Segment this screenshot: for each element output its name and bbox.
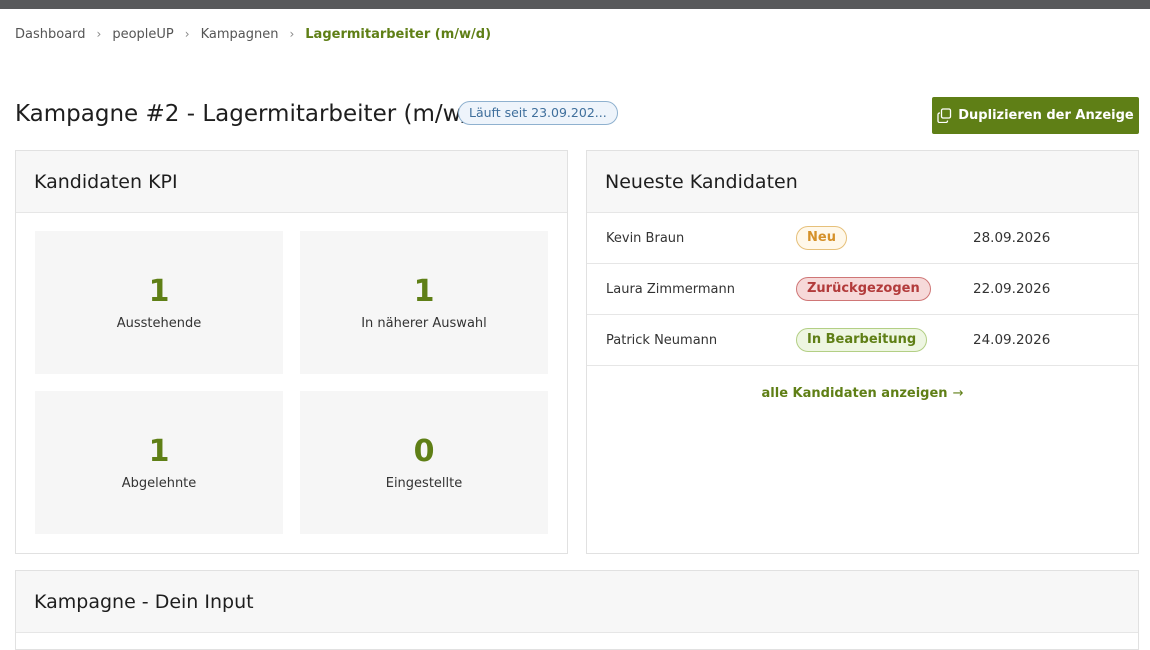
all-candidates-label: alle Kandidaten anzeigen bbox=[761, 386, 948, 401]
candidates-card-title: Neueste Kandidaten bbox=[605, 170, 798, 193]
all-candidates-link[interactable]: alle Kandidaten anzeigen → bbox=[587, 386, 1138, 401]
candidate-status-badge: Neu bbox=[796, 226, 847, 250]
kpi-card-title: Kandidaten KPI bbox=[34, 170, 178, 193]
kpi-tile-pending: 1 Ausstehende bbox=[35, 231, 283, 374]
input-card-title: Kampagne - Dein Input bbox=[34, 590, 254, 613]
candidate-row[interactable]: Kevin Braun Neu 28.09.2026 bbox=[587, 213, 1138, 264]
latest-candidates-card: Neueste Kandidaten Kevin Braun Neu 28.09… bbox=[586, 150, 1139, 554]
duplicate-ad-button[interactable]: Duplizieren der Anzeige bbox=[932, 97, 1139, 134]
kpi-tile-rejected: 1 Abgelehnte bbox=[35, 391, 283, 534]
breadcrumb-separator-icon: › bbox=[184, 27, 190, 41]
kpi-card: Kandidaten KPI 1 Ausstehende 1 In nähere… bbox=[15, 150, 568, 554]
input-card-header: Kampagne - Dein Input bbox=[16, 571, 1138, 633]
candidate-name: Laura Zimmermann bbox=[606, 281, 735, 297]
kpi-value: 1 bbox=[413, 274, 435, 309]
candidate-name: Patrick Neumann bbox=[606, 332, 718, 348]
kpi-label: In näherer Auswahl bbox=[361, 316, 487, 331]
breadcrumb-current: Lagermitarbeiter (m/w/d) bbox=[305, 26, 492, 42]
kpi-tile-hired: 0 Eingestellte bbox=[300, 391, 548, 534]
page-header: Kampagne #2 - Lagermitarbeiter (m/w/d) L… bbox=[15, 96, 1139, 134]
kpi-tile-shortlist: 1 In näherer Auswahl bbox=[300, 231, 548, 374]
duplicate-ad-label: Duplizieren der Anzeige bbox=[958, 108, 1134, 123]
kpi-value: 0 bbox=[413, 434, 435, 469]
kpi-label: Eingestellte bbox=[385, 476, 463, 491]
kpi-value: 1 bbox=[148, 434, 170, 469]
campaign-input-card: Kampagne - Dein Input bbox=[15, 570, 1139, 650]
breadcrumb-kampagnen[interactable]: Kampagnen bbox=[201, 27, 279, 42]
candidate-name: Kevin Braun bbox=[606, 230, 685, 246]
breadcrumb-dashboard[interactable]: Dashboard bbox=[15, 27, 86, 42]
candidate-date: 22.09.2026 bbox=[973, 281, 1051, 297]
candidate-row[interactable]: Patrick Neumann In Bearbeitung 24.09.202… bbox=[587, 315, 1138, 366]
candidates-card-header: Neueste Kandidaten bbox=[587, 151, 1138, 213]
kpi-value: 1 bbox=[148, 274, 170, 309]
breadcrumb-separator-icon: › bbox=[96, 27, 102, 41]
breadcrumb-peopleup[interactable]: peopleUP bbox=[112, 27, 173, 42]
breadcrumb-separator-icon: › bbox=[289, 27, 295, 41]
top-bar bbox=[0, 0, 1150, 9]
candidate-date: 28.09.2026 bbox=[973, 230, 1051, 246]
breadcrumb: Dashboard › peopleUP › Kampagnen › Lager… bbox=[15, 25, 491, 43]
kpi-card-header: Kandidaten KPI bbox=[16, 151, 567, 213]
kpi-label: Abgelehnte bbox=[121, 476, 197, 491]
page-title: Kampagne #2 - Lagermitarbeiter (m/w/d) bbox=[15, 101, 493, 127]
candidate-row[interactable]: Laura Zimmermann Zurückgezogen 22.09.202… bbox=[587, 264, 1138, 315]
candidate-status-badge: Zurückgezogen bbox=[796, 277, 931, 301]
candidate-date: 24.09.2026 bbox=[973, 332, 1051, 348]
arrow-right-icon: → bbox=[952, 386, 964, 401]
status-badge: Läuft seit 23.09.202... bbox=[458, 101, 618, 125]
kpi-label: Ausstehende bbox=[116, 316, 202, 331]
copy-icon bbox=[937, 108, 952, 123]
candidate-status-badge: In Bearbeitung bbox=[796, 328, 928, 352]
